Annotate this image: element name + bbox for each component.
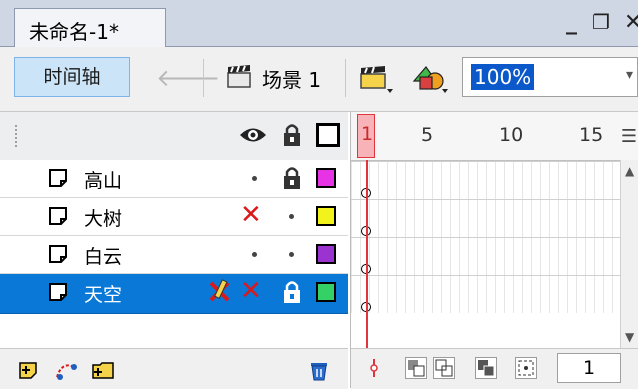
outline-icon[interactable]	[316, 123, 340, 147]
scene-label[interactable]: 场景 1	[262, 64, 321, 93]
layer-name: 天空	[84, 284, 123, 306]
timeline-toolbar: 时间轴 🡐 场景 1 100% ▾	[0, 47, 638, 112]
onion-skin-icon[interactable]	[405, 357, 427, 379]
scroll-up-icon[interactable]: ▲	[625, 164, 634, 178]
layer-name: 高山	[84, 170, 123, 192]
ruler-tick-label: 5	[421, 124, 434, 146]
layer-icon	[49, 169, 67, 187]
layer-color-swatch[interactable]	[316, 168, 336, 188]
edit-symbols-icon[interactable]	[408, 59, 452, 97]
frame-ruler[interactable]: 1 5 10 15 ☰	[351, 112, 638, 161]
edit-multiple-frames-icon[interactable]	[475, 357, 497, 379]
toolbar-separator	[203, 59, 204, 97]
minimize-icon[interactable]: _	[566, 10, 577, 35]
hidden-x-icon[interactable]: ✕	[240, 278, 262, 304]
zoom-value[interactable]: 100%	[471, 64, 535, 90]
back-arrow-icon[interactable]: 🡐	[156, 63, 220, 92]
restore-icon[interactable]: ❐	[592, 10, 610, 34]
hidden-x-icon[interactable]: ✕	[240, 202, 262, 228]
layer-row[interactable]: 高山	[0, 160, 348, 198]
playhead[interactable]: 1	[357, 114, 375, 158]
clapperboard-icon	[227, 65, 251, 88]
menu-icon[interactable]: ☰	[621, 126, 637, 147]
playhead-frame-number: 1	[361, 123, 374, 145]
frame-panel: 1 5 10 15 ☰ ▲ ▼ 1	[350, 112, 638, 389]
close-icon[interactable]: ✕	[624, 10, 638, 35]
timeline-button[interactable]: 时间轴	[14, 57, 130, 97]
visibility-dot[interactable]	[252, 176, 257, 181]
onion-skin-outlines-icon[interactable]	[433, 357, 455, 379]
document-tab[interactable]: 未命名-1*	[14, 8, 166, 47]
layer-color-swatch[interactable]	[316, 244, 336, 264]
lock-icon[interactable]	[282, 122, 302, 148]
layer-icon	[49, 207, 67, 225]
lock-dot[interactable]	[289, 214, 294, 219]
layer-color-swatch[interactable]	[316, 282, 336, 302]
vertical-scrollbar[interactable]: ▲ ▼	[620, 160, 638, 348]
trash-icon[interactable]	[306, 357, 332, 383]
ruler-tick-label: 15	[579, 124, 604, 146]
visibility-dot[interactable]	[252, 252, 257, 257]
playhead-line	[366, 160, 368, 354]
eye-icon[interactable]	[238, 124, 268, 146]
toolbar-separator	[345, 59, 346, 97]
layer-name: 白云	[84, 246, 123, 268]
document-tab-title: 未命名-1*	[29, 20, 119, 44]
center-frame-icon[interactable]	[363, 357, 385, 379]
current-frame-field[interactable]: 1	[557, 353, 621, 383]
zoom-field[interactable]: 100% ▾	[462, 57, 638, 97]
scroll-down-icon[interactable]: ▼	[625, 330, 634, 344]
new-layer-icon[interactable]	[16, 357, 42, 383]
layer-row-selected[interactable]: 天空 ✕	[0, 274, 348, 314]
lock-dot[interactable]	[289, 252, 294, 257]
layer-row[interactable]: 白云	[0, 236, 348, 274]
new-folder-icon[interactable]	[90, 357, 116, 383]
lock-icon[interactable]	[282, 165, 302, 191]
edit-scene-icon[interactable]	[357, 61, 395, 95]
frames-grid[interactable]	[351, 161, 621, 313]
layer-header	[0, 112, 348, 161]
layer-icon	[49, 283, 67, 301]
modify-onion-markers-icon[interactable]	[515, 357, 537, 379]
frame-footer: 1	[351, 348, 638, 389]
motion-guide-icon[interactable]	[54, 357, 80, 383]
lock-icon[interactable]	[282, 279, 302, 305]
layer-icon	[49, 245, 67, 263]
pencil-crossed-icon[interactable]	[206, 278, 234, 306]
ruler-tick-label: 10	[499, 124, 524, 146]
chevron-down-icon[interactable]: ▾	[626, 67, 633, 83]
grip-icon[interactable]	[14, 124, 18, 148]
layer-panel: 高山 大树 ✕ 白云 天空 ✕	[0, 112, 348, 389]
layer-row[interactable]: 大树 ✕	[0, 198, 348, 236]
document-tab-strip: 未命名-1* _ ❐ ✕	[0, 0, 638, 47]
layer-color-swatch[interactable]	[316, 206, 336, 226]
layer-footer	[0, 348, 348, 389]
layer-name: 大树	[84, 208, 123, 230]
